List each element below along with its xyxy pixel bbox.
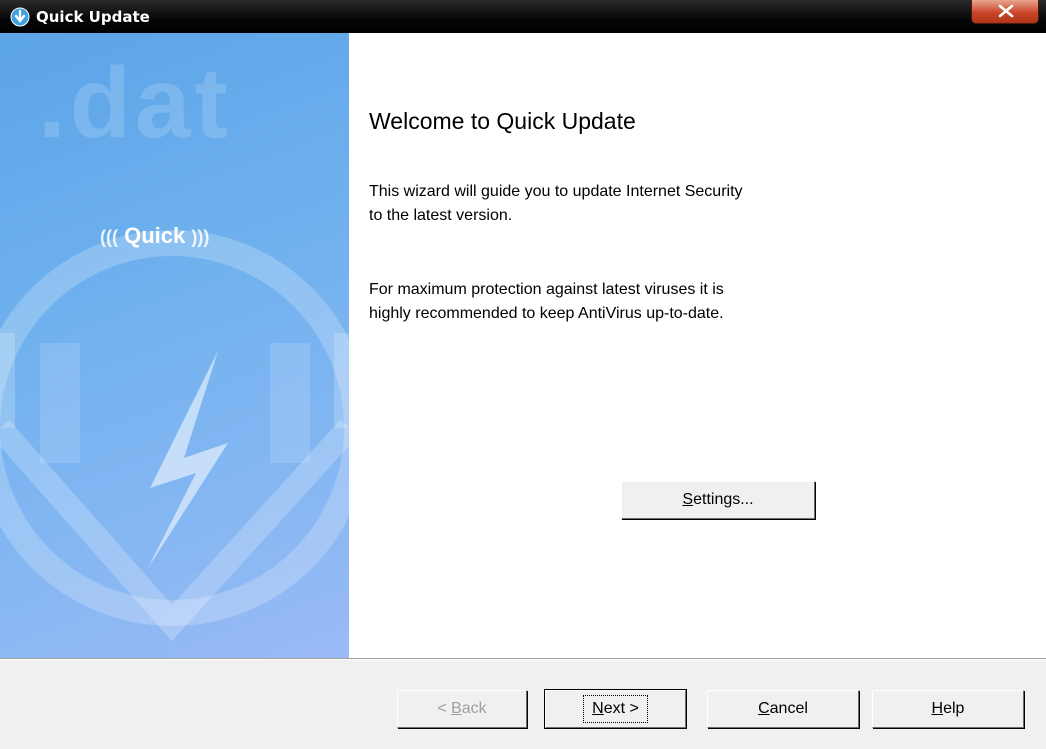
next-label: ext >	[603, 700, 639, 717]
settings-button[interactable]: Settings...	[621, 481, 815, 519]
recommendation-line-2: highly recommended to keep AntiVirus up-…	[369, 305, 724, 322]
recommendation-line-1: For maximum protection against latest vi…	[369, 281, 724, 298]
intro-line-1: This wizard will guide you to update Int…	[369, 183, 743, 200]
help-button[interactable]: Help	[872, 690, 1024, 728]
recommendation-text: For maximum protection against latest vi…	[369, 278, 989, 326]
window-title: Quick Update	[36, 8, 150, 26]
back-mnemonic: B	[451, 700, 462, 717]
close-icon	[998, 4, 1014, 18]
next-mnemonic: N	[592, 700, 604, 717]
wizard-content: Welcome to Quick Update This wizard will…	[349, 33, 1046, 658]
help-label: elp	[943, 700, 965, 717]
quick-label: Quick	[124, 223, 186, 248]
help-mnemonic: H	[931, 700, 944, 717]
wave-left: (((	[100, 227, 118, 247]
back-label: ack	[461, 700, 487, 717]
cancel-mnemonic: C	[758, 700, 770, 717]
settings-mnemonic: S	[682, 491, 694, 508]
banner-quick-logo: ((( Quick )))	[100, 223, 209, 249]
app-icon	[10, 7, 30, 27]
back-prefix: <	[437, 700, 452, 717]
close-button[interactable]	[971, 0, 1039, 24]
title-bar[interactable]: Quick Update	[0, 0, 1046, 33]
next-button[interactable]: Next >	[545, 690, 686, 728]
footer-divider	[0, 658, 1046, 660]
lightning-bolt-icon	[148, 351, 228, 568]
intro-text: This wizard will guide you to update Int…	[369, 180, 989, 228]
wave-right: )))	[191, 227, 210, 247]
page-title: Welcome to Quick Update	[369, 108, 636, 134]
next-focus-rect: Next >	[583, 695, 648, 723]
intro-line-2: to the latest version.	[369, 207, 513, 224]
back-button[interactable]: < Back	[397, 690, 527, 728]
cancel-button[interactable]: Cancel	[707, 690, 859, 728]
banner-watermark: .dat	[38, 47, 232, 159]
wizard-banner: .dat ((( Quick )))	[0, 33, 349, 658]
settings-label: ettings...	[693, 491, 754, 508]
cancel-label: ancel	[769, 700, 808, 717]
